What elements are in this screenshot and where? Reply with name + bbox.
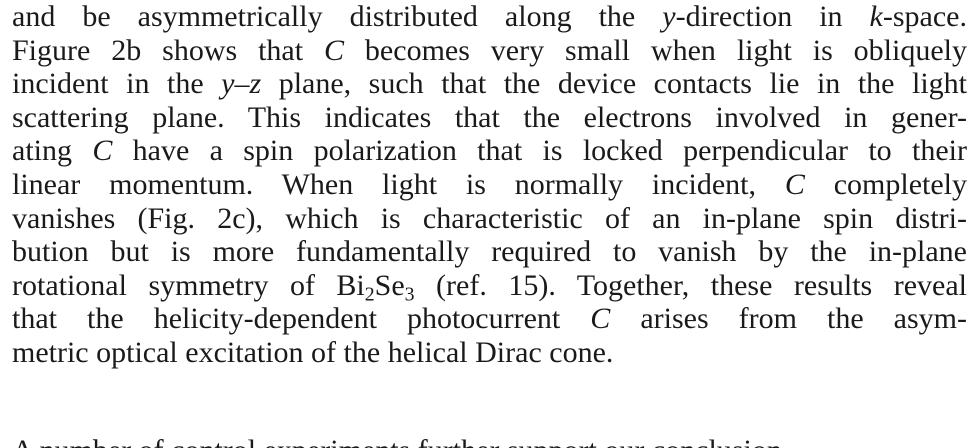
italic-symbol: C [324,33,345,67]
text-run: Figure 2b shows that [12,33,324,67]
document-page: and be asymmetrically distributed along … [0,0,976,448]
italic-symbol: y [221,67,235,101]
text-run: ating [12,134,93,168]
text-line: linear momentum. When light is normally … [12,168,967,202]
text-run: incident in the [12,67,222,101]
text-run: have a spin polarization that is locked … [112,134,967,168]
text-run: rotational symmetry of Bi [12,268,365,302]
italic-symbol: C [784,167,805,201]
text-run: vanishes (Fig. 2c), which is characteris… [12,201,967,235]
cut-off-text: A number of control experiments further … [12,436,967,448]
text-line: Figure 2b shows that C becomes very smal… [12,34,967,68]
italic-symbol: k [869,0,883,33]
text-line: that the helicity-dependent photocurrent… [12,302,967,336]
text-run: becomes very small when light is oblique… [344,33,968,67]
text-run: scattering plane. This indicates that th… [12,100,967,134]
text-run: that the helicity-dependent photocurrent [12,302,591,336]
text-line: scattering plane. This indicates that th… [12,101,967,135]
text-run: arises from the asym- [610,302,967,336]
text-line: bution but is more fundamentally require… [12,235,967,269]
text-run: – [234,67,250,101]
text-run: -direction in [675,0,870,33]
cut-off-text-line: A number of control experiments further … [12,436,967,448]
text-run: bution but is more fundamentally require… [12,235,967,269]
text-line: vanishes (Fig. 2c), which is characteris… [12,202,967,236]
text-run: (ref. 15). Together, these results revea… [414,268,967,302]
body-paragraph: and be asymmetrically distributed along … [12,0,967,370]
text-line: rotational symmetry of Bi2Se3 (ref. 15).… [12,268,967,304]
italic-symbol: z [249,67,262,101]
text-line: and be asymmetrically distributed along … [12,0,967,34]
text-run: plane, such that the device contacts lie… [261,67,967,101]
text-run: Se [374,268,405,302]
text-run: and be asymmetrically distributed along … [12,0,663,33]
italic-symbol: y [662,0,676,33]
text-run: -space. [882,0,967,33]
text-run: metric optical excitation of the helical… [12,335,614,369]
italic-symbol: C [92,134,113,168]
text-run: linear momentum. When light is normally … [12,167,785,201]
text-run: completely [804,167,967,201]
text-line: metric optical excitation of the helical… [12,336,967,370]
italic-symbol: C [590,302,611,336]
text-line: ating C have a spin polarization that is… [12,134,967,168]
text-line: incident in the y–z plane, such that the… [12,67,967,101]
